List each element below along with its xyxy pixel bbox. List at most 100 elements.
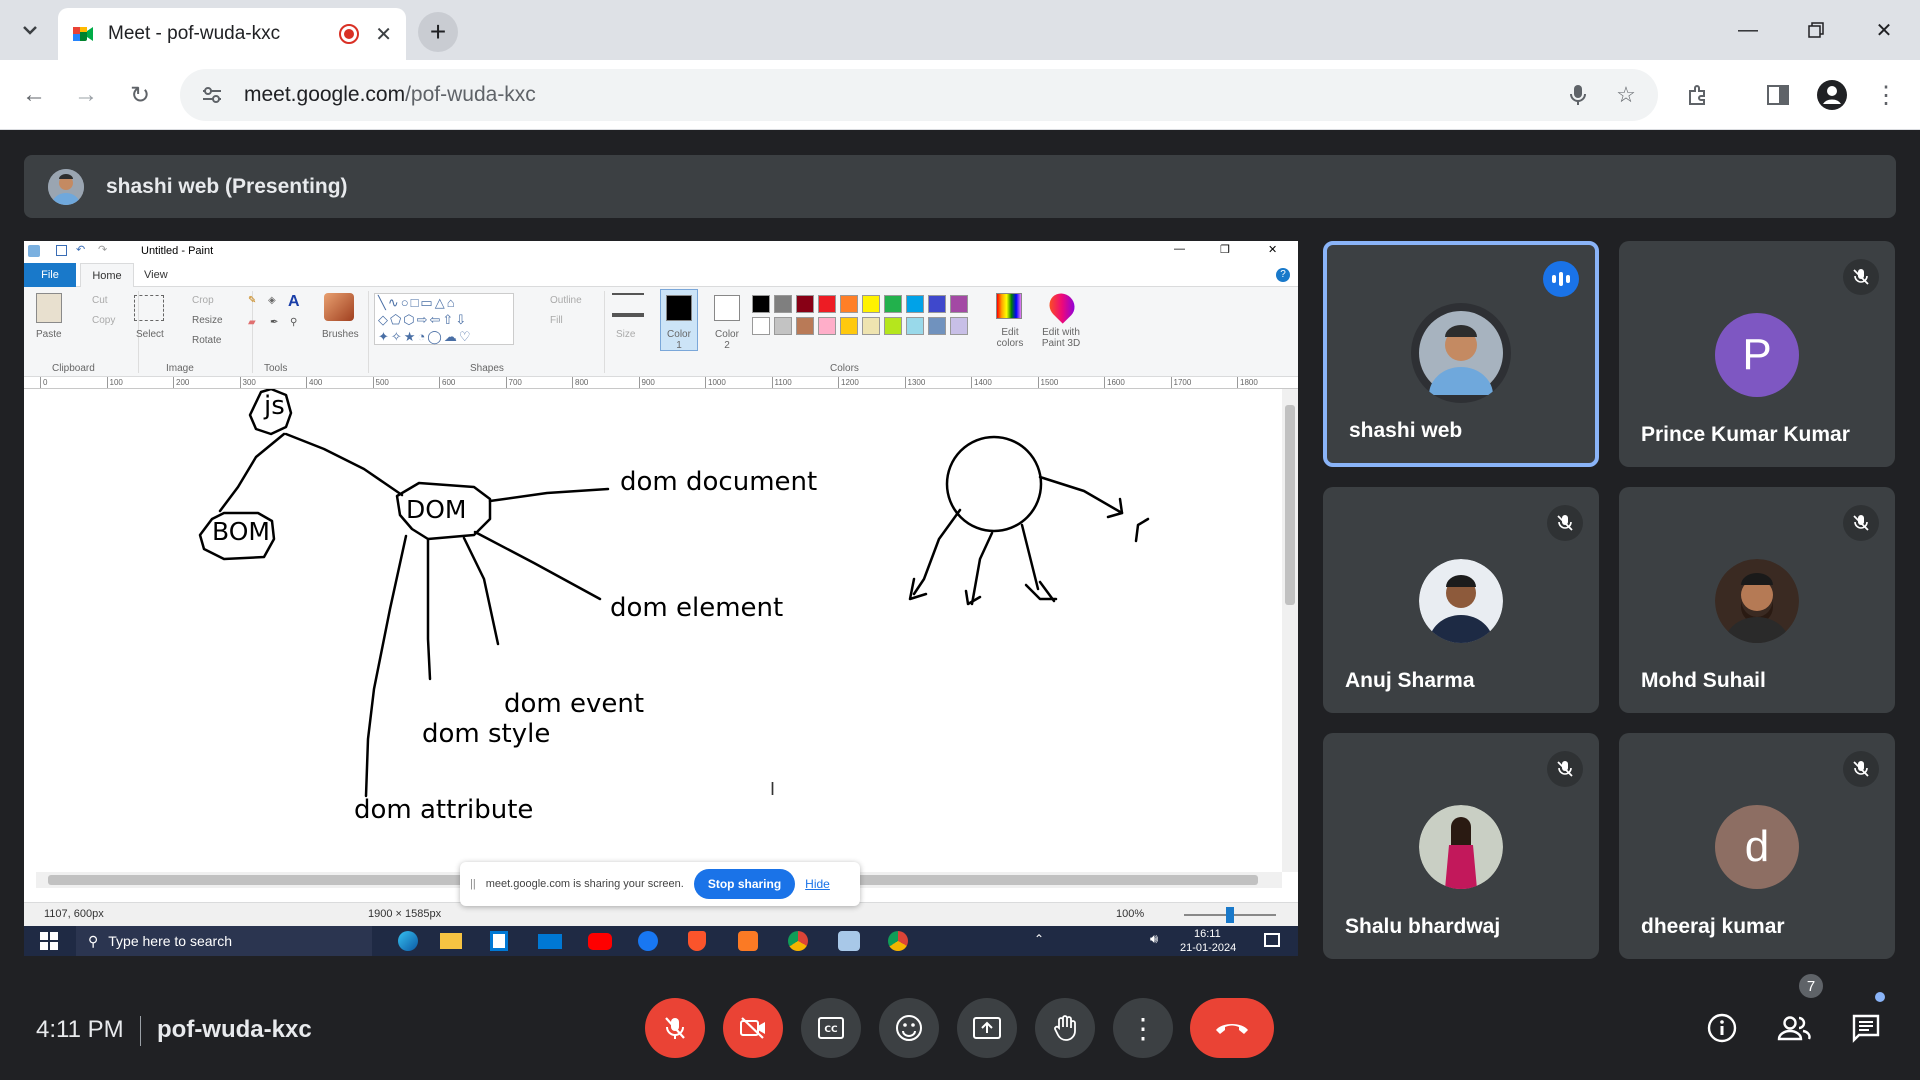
facebook-icon[interactable]: [638, 931, 658, 951]
color2-swatch[interactable]: [714, 295, 740, 321]
drag-handle-icon[interactable]: ||: [470, 878, 476, 890]
fill-icon[interactable]: ◈: [268, 295, 276, 306]
undo-icon[interactable]: ↶: [76, 243, 85, 256]
side-panel-icon[interactable]: [1758, 75, 1798, 115]
participant-tile[interactable]: Anuj Sharma: [1323, 487, 1599, 713]
chrome-taskbar-icon[interactable]: [788, 931, 808, 951]
palette-swatch[interactable]: [906, 317, 924, 335]
help-icon[interactable]: ?: [1276, 268, 1290, 282]
paste-button[interactable]: Paste: [36, 329, 62, 340]
volume-icon[interactable]: 🔊︎: [1150, 931, 1158, 947]
mic-toggle-button[interactable]: [645, 998, 705, 1058]
more-options-button[interactable]: ⋮: [1113, 998, 1173, 1058]
paint-view-tab[interactable]: View: [144, 263, 168, 287]
paint-minimize-icon[interactable]: —: [1174, 243, 1185, 255]
edit-paint3d-button[interactable]: Edit with Paint 3D: [1034, 327, 1088, 349]
edit-colors-button[interactable]: Edit colors: [990, 327, 1030, 349]
youtube-icon[interactable]: [588, 933, 612, 950]
rotate-button[interactable]: Rotate: [192, 335, 221, 346]
brushes-icon[interactable]: [324, 293, 354, 321]
palette-swatch[interactable]: [752, 295, 770, 313]
magnifier-icon[interactable]: ⚲: [290, 317, 297, 328]
copy-button[interactable]: Copy: [92, 315, 115, 326]
paint-canvas[interactable]: js BOM DOM dom document dom element dom …: [24, 389, 1298, 902]
notifications-icon[interactable]: [1264, 933, 1280, 947]
participant-tile[interactable]: Mohd Suhail: [1619, 487, 1895, 713]
palette-swatch[interactable]: [774, 295, 792, 313]
paint-restore-icon[interactable]: ❐: [1220, 243, 1230, 256]
tab-search-chevron-icon[interactable]: [14, 14, 46, 46]
size-icon[interactable]: [612, 293, 644, 317]
palette-swatch[interactable]: [796, 295, 814, 313]
palette-swatch[interactable]: [884, 317, 902, 335]
forward-icon[interactable]: →: [66, 75, 106, 115]
paste-icon[interactable]: [36, 293, 62, 323]
reload-icon[interactable]: ↻: [120, 75, 160, 115]
palette-swatch[interactable]: [840, 295, 858, 313]
select-icon[interactable]: [134, 295, 164, 321]
resize-button[interactable]: Resize: [192, 315, 223, 326]
text-tool-icon[interactable]: A: [288, 293, 300, 311]
camera-toggle-button[interactable]: [723, 998, 783, 1058]
palette-swatch[interactable]: [818, 317, 836, 335]
palette-swatch[interactable]: [884, 295, 902, 313]
microphone-icon[interactable]: [1554, 71, 1602, 119]
palette-swatch[interactable]: [928, 317, 946, 335]
palette-swatch[interactable]: [906, 295, 924, 313]
hide-notice-link[interactable]: Hide: [805, 877, 830, 891]
palette-swatch[interactable]: [818, 295, 836, 313]
people-button[interactable]: [1770, 1004, 1818, 1052]
captions-button[interactable]: CC: [801, 998, 861, 1058]
edge-icon[interactable]: [398, 931, 418, 951]
browser-tab[interactable]: Meet - pof-wuda-kxc ✕: [58, 8, 406, 60]
reactions-button[interactable]: [879, 998, 939, 1058]
xampp-icon[interactable]: [738, 931, 758, 951]
eraser-icon[interactable]: ▰: [248, 317, 256, 328]
chrome-menu-icon[interactable]: ⋮: [1866, 75, 1906, 115]
paint-close-icon[interactable]: ✕: [1268, 243, 1277, 256]
tab-close-icon[interactable]: ✕: [375, 22, 392, 47]
paint-vertical-scrollbar[interactable]: [1282, 389, 1298, 872]
paint-file-tab[interactable]: File: [24, 263, 76, 287]
zoom-slider[interactable]: [1184, 907, 1276, 923]
paint-taskbar-icon[interactable]: [838, 931, 860, 951]
participant-tile[interactable]: d dheeraj kumar: [1619, 733, 1895, 959]
file-explorer-icon[interactable]: [440, 933, 462, 949]
raise-hand-button[interactable]: [1035, 998, 1095, 1058]
brave-icon[interactable]: [688, 931, 706, 951]
cut-button[interactable]: Cut: [92, 295, 108, 306]
restore-icon[interactable]: [1786, 10, 1846, 50]
site-settings-icon[interactable]: [186, 85, 238, 105]
close-window-icon[interactable]: ✕: [1854, 10, 1914, 50]
redo-icon[interactable]: ↷: [98, 243, 107, 256]
chat-button[interactable]: [1842, 1004, 1890, 1052]
extensions-icon[interactable]: [1678, 75, 1718, 115]
participant-tile[interactable]: shashi web: [1323, 241, 1599, 467]
taskbar-search[interactable]: ⚲ Type here to search: [76, 926, 372, 956]
color-picker-icon[interactable]: ✒: [270, 317, 278, 328]
tray-chevron-icon[interactable]: ⌃: [1034, 932, 1044, 946]
stop-sharing-button[interactable]: Stop sharing: [693, 869, 796, 899]
leave-call-button[interactable]: [1190, 998, 1274, 1058]
palette-swatch[interactable]: [752, 317, 770, 335]
pencil-icon[interactable]: ✎: [248, 295, 256, 306]
chrome-taskbar-icon-2[interactable]: [888, 931, 908, 951]
palette-swatch[interactable]: [862, 317, 880, 335]
fill-dropdown[interactable]: Fill: [550, 315, 563, 326]
brushes-button[interactable]: Brushes: [322, 329, 359, 340]
crop-button[interactable]: Crop: [192, 295, 214, 306]
minimize-icon[interactable]: —: [1718, 10, 1778, 50]
paint-home-tab[interactable]: Home: [80, 263, 134, 287]
palette-swatch[interactable]: [796, 317, 814, 335]
palette-swatch[interactable]: [774, 317, 792, 335]
edit-colors-icon[interactable]: [996, 293, 1022, 319]
windows-start-icon[interactable]: [40, 932, 58, 950]
select-button[interactable]: Select: [136, 329, 164, 340]
address-bar[interactable]: meet.google.com/pof-wuda-kxc ☆: [180, 69, 1658, 121]
paint3d-icon[interactable]: [1044, 288, 1080, 324]
store-icon[interactable]: [490, 931, 508, 951]
meeting-details-button[interactable]: [1698, 1004, 1746, 1052]
present-button[interactable]: [957, 998, 1017, 1058]
save-icon[interactable]: [56, 245, 67, 256]
palette-swatch[interactable]: [840, 317, 858, 335]
